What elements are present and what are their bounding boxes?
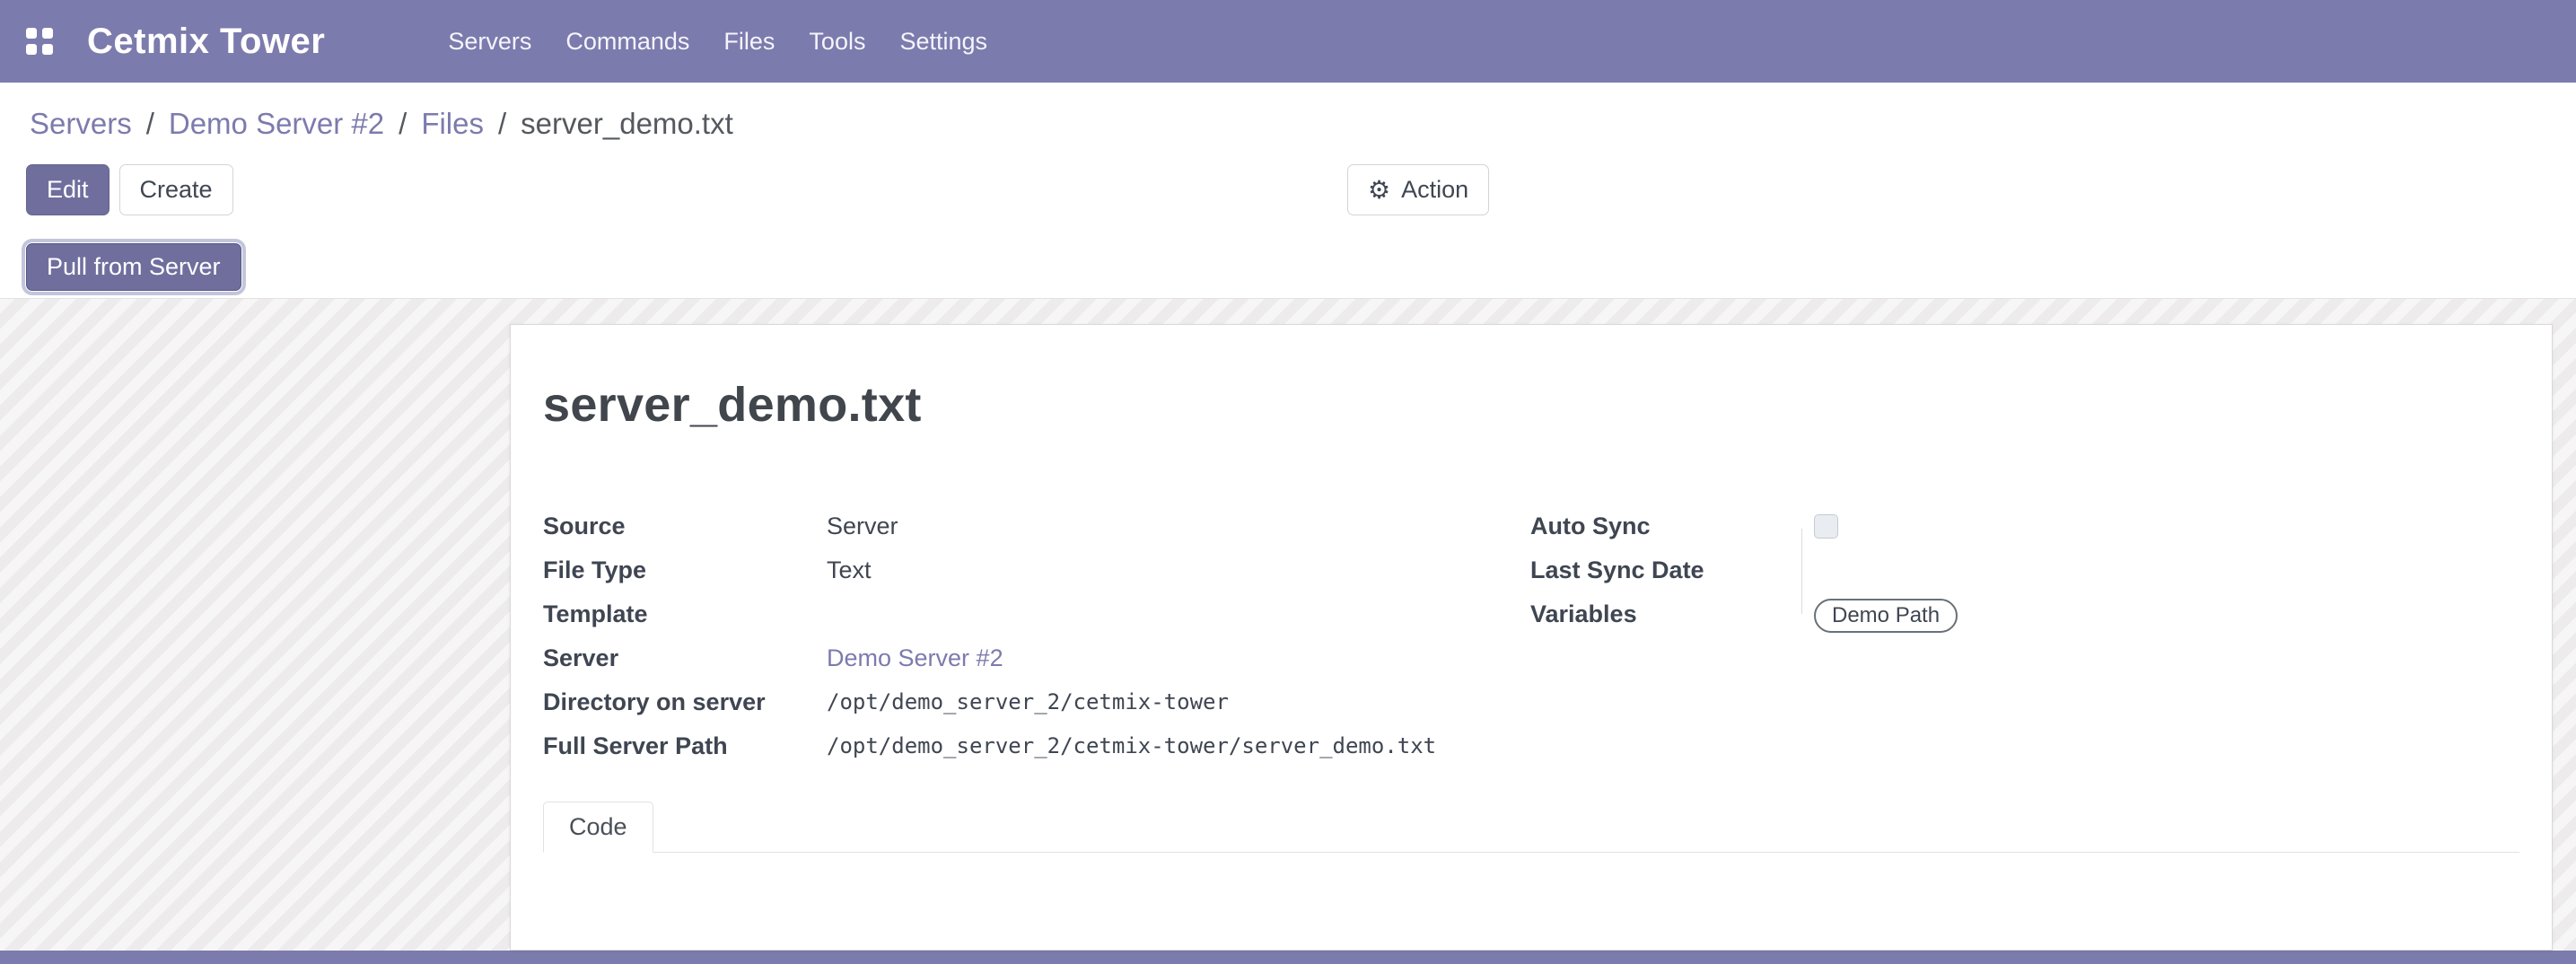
- menu-item-tools[interactable]: Tools: [792, 0, 882, 83]
- toolbar: Edit Create ⚙ Action: [0, 164, 2576, 215]
- breadcrumb-separator: /: [146, 107, 154, 141]
- field-label-file-type: File Type: [543, 548, 827, 592]
- field-row: Server Demo Server #2: [543, 636, 1530, 680]
- field-label-template: Template: [543, 592, 827, 636]
- app-brand[interactable]: Cetmix Tower: [87, 22, 325, 62]
- field-row: Variables Demo Path: [1530, 592, 2519, 636]
- breadcrumb-link-files[interactable]: Files: [421, 107, 484, 141]
- grid-square: [42, 44, 53, 55]
- menu-item-commands[interactable]: Commands: [548, 0, 706, 83]
- auto-sync-checkbox[interactable]: [1814, 514, 1838, 539]
- top-navbar: Cetmix Tower Servers Commands Files Tool…: [0, 0, 2576, 83]
- breadcrumb: Servers / Demo Server #2 / Files / serve…: [0, 83, 2576, 164]
- grid-square: [26, 28, 37, 39]
- field-group-right: Auto Sync Last Sync Date Variables Demo …: [1530, 504, 2519, 768]
- field-row: Last Sync Date: [1530, 548, 2519, 592]
- variable-tag-demo-path: Demo Path: [1814, 599, 1958, 633]
- field-row: Directory on server /opt/demo_server_2/c…: [543, 680, 1530, 724]
- grid-square: [42, 28, 53, 39]
- breadcrumb-separator: /: [498, 107, 506, 141]
- form-sheet: server_demo.txt Source Server File Type …: [510, 324, 2553, 951]
- field-value-source: Server: [827, 504, 898, 548]
- grid-square: [26, 44, 37, 55]
- field-group-left: Source Server File Type Text Template Se…: [543, 504, 1530, 768]
- pull-from-server-button[interactable]: Pull from Server: [26, 243, 241, 291]
- field-label-full-path: Full Server Path: [543, 724, 827, 768]
- create-button[interactable]: Create: [119, 164, 233, 215]
- field-row: Full Server Path /opt/demo_server_2/cetm…: [543, 724, 1530, 768]
- menu-item-servers[interactable]: Servers: [431, 0, 548, 83]
- field-label-variables: Variables: [1530, 592, 1814, 636]
- object-buttons-row: Pull from Server: [0, 243, 2576, 298]
- field-label-source: Source: [543, 504, 827, 548]
- field-row: Template: [543, 592, 1530, 636]
- content-area: server_demo.txt Source Server File Type …: [0, 299, 2576, 951]
- field-value-server-link[interactable]: Demo Server #2: [827, 636, 1003, 680]
- field-value-full-path: /opt/demo_server_2/cetmix-tower/server_d…: [827, 724, 1436, 768]
- breadcrumb-link-demo-server[interactable]: Demo Server #2: [169, 107, 384, 141]
- breadcrumb-separator: /: [399, 107, 407, 141]
- edit-button[interactable]: Edit: [26, 164, 110, 215]
- record-title: server_demo.txt: [543, 377, 2519, 433]
- tab-code[interactable]: Code: [543, 802, 653, 853]
- menu-item-settings[interactable]: Settings: [882, 0, 1004, 83]
- page-header: Servers / Demo Server #2 / Files / serve…: [0, 83, 2576, 299]
- field-label-last-sync-date: Last Sync Date: [1530, 548, 1814, 592]
- action-button-label: Action: [1401, 176, 1468, 204]
- gear-icon: ⚙: [1368, 175, 1390, 205]
- apps-grid-icon[interactable]: [26, 28, 53, 55]
- notebook-tabs: Code: [543, 802, 2519, 853]
- field-label-server: Server: [543, 636, 827, 680]
- field-value-directory: /opt/demo_server_2/cetmix-tower: [827, 680, 1229, 724]
- field-value-file-type: Text: [827, 548, 872, 592]
- breadcrumb-link-servers[interactable]: Servers: [30, 107, 132, 141]
- field-label-auto-sync: Auto Sync: [1530, 504, 1814, 548]
- field-group-divider: [1801, 529, 1802, 614]
- menu-item-files[interactable]: Files: [706, 0, 792, 83]
- field-row: File Type Text: [543, 548, 1530, 592]
- breadcrumb-current: server_demo.txt: [521, 107, 733, 141]
- field-row: Auto Sync: [1530, 504, 2519, 548]
- field-row: Source Server: [543, 504, 1530, 548]
- field-label-directory: Directory on server: [543, 680, 827, 724]
- field-groups: Source Server File Type Text Template Se…: [543, 504, 2519, 768]
- action-button[interactable]: ⚙ Action: [1347, 164, 1489, 215]
- main-menu: Servers Commands Files Tools Settings: [431, 0, 1004, 83]
